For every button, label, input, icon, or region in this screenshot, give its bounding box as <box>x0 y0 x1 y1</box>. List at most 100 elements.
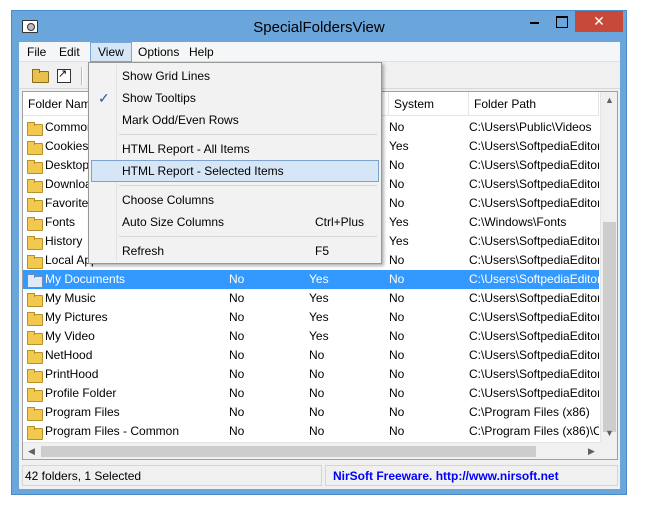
table-row[interactable]: Program Files No No No C:\Program Files (x86… <box>23 403 599 422</box>
system-cell: No <box>389 329 405 343</box>
folder-icon <box>27 140 43 155</box>
column-3-cell: Yes <box>309 329 329 343</box>
folder-name-cell: My Music <box>45 291 96 305</box>
folder-icon <box>27 368 43 383</box>
menu-item-show-tooltips[interactable]: ✓ Show Tooltips <box>91 87 379 109</box>
menu-bar: File Edit View Options Help <box>19 42 620 62</box>
system-cell: No <box>389 386 405 400</box>
menu-item-label: HTML Report - All Items <box>122 142 250 156</box>
column-3-cell: No <box>309 348 325 362</box>
menu-item-show-grid-lines[interactable]: Show Grid Lines <box>91 65 379 87</box>
minimize-button[interactable] <box>521 11 548 32</box>
folder-icon <box>27 178 43 193</box>
menu-item-html-report-selected[interactable]: HTML Report - Selected Items <box>91 160 379 182</box>
column-3-cell: No <box>309 424 325 438</box>
vertical-scroll-thumb[interactable] <box>603 222 616 432</box>
table-row[interactable]: My Video No Yes No C:\Users\SoftpediaEditor\ <box>23 327 599 346</box>
table-row[interactable]: NetHood No No No C:\Users\SoftpediaEditor\ <box>23 346 599 365</box>
menu-item-html-report-all[interactable]: HTML Report - All Items <box>91 138 379 160</box>
menu-separator <box>119 134 377 135</box>
column-2-cell: No <box>229 367 245 381</box>
folder-icon <box>27 330 43 345</box>
folder-name-cell: My Video <box>45 329 95 343</box>
view-menu-dropdown: Show Grid Lines ✓ Show Tooltips Mark Odd… <box>88 62 382 264</box>
menu-file[interactable]: File <box>20 42 53 62</box>
system-cell: No <box>389 253 405 267</box>
table-row[interactable]: Program Files - Common No No No C:\Program F… <box>23 422 599 441</box>
menu-item-shortcut: Ctrl+Plus <box>315 215 365 229</box>
column-2-cell: No <box>229 329 245 343</box>
system-cell: No <box>389 158 405 172</box>
menu-item-refresh[interactable]: Refresh F5 <box>91 240 379 262</box>
folder-path-cell: C:\Users\SoftpediaEditor\ <box>469 158 599 172</box>
folder-path-cell: C:\Windows\Fonts <box>469 215 567 229</box>
menu-item-label: Show Grid Lines <box>122 69 211 83</box>
column-3-cell: Yes <box>309 310 329 324</box>
title-bar[interactable]: SpecialFoldersView ✕ <box>12 11 626 43</box>
menu-help[interactable]: Help <box>182 42 221 62</box>
folder-icon <box>27 197 43 212</box>
menu-options[interactable]: Options <box>131 42 186 62</box>
scroll-left-arrow-icon[interactable]: ◀ <box>23 443 40 459</box>
open-shortcut-icon[interactable] <box>55 67 73 84</box>
system-cell: No <box>389 424 405 438</box>
menu-item-auto-size-columns[interactable]: Auto Size Columns Ctrl+Plus <box>91 211 379 233</box>
close-button[interactable]: ✕ <box>575 11 623 32</box>
folder-path-cell: C:\Users\SoftpediaEditor\ <box>469 234 599 248</box>
menu-item-label: Choose Columns <box>122 193 215 207</box>
column-2-cell: No <box>229 348 245 362</box>
system-cell: No <box>389 367 405 381</box>
folder-path-cell: C:\Users\SoftpediaEditor\ <box>469 177 599 191</box>
column-2-cell: No <box>229 310 245 324</box>
scroll-down-arrow-icon[interactable]: ▼ <box>601 425 617 442</box>
system-cell: No <box>389 272 405 286</box>
column-3-cell: No <box>309 367 325 381</box>
folder-path-cell: C:\Program Files (x86) <box>469 405 590 419</box>
column-folder-path[interactable]: Folder Path <box>469 92 599 116</box>
maximize-button[interactable] <box>548 11 575 32</box>
menu-item-mark-odd-even-rows[interactable]: Mark Odd/Even Rows <box>91 109 379 131</box>
system-cell: No <box>389 177 405 191</box>
menu-item-label: HTML Report - Selected Items <box>122 164 284 178</box>
documents-folder-icon <box>27 273 43 288</box>
menu-item-label: Auto Size Columns <box>122 215 225 229</box>
column-system[interactable]: System <box>389 92 469 116</box>
folder-name-cell: My Documents <box>45 272 126 286</box>
horizontal-scrollbar[interactable]: ◀ ▶ <box>23 442 600 459</box>
system-cell: No <box>389 310 405 324</box>
table-row[interactable]: My Documents No Yes No C:\Users\SoftpediaEdi… <box>23 270 599 289</box>
menu-item-choose-columns[interactable]: Choose Columns <box>91 189 379 211</box>
table-row[interactable]: PrintHood No No No C:\Users\SoftpediaEditor\ <box>23 365 599 384</box>
open-folder-icon[interactable] <box>31 67 49 84</box>
folder-icon <box>27 387 43 402</box>
folder-path-cell: C:\Users\SoftpediaEditor\ <box>469 253 599 267</box>
horizontal-scroll-thumb[interactable] <box>41 446 536 457</box>
folder-path-cell: C:\Users\Public\Videos <box>469 120 592 134</box>
table-row[interactable]: My Pictures No Yes No C:\Users\SoftpediaEdit… <box>23 308 599 327</box>
folder-icon <box>27 235 43 250</box>
folder-path-cell: C:\Users\SoftpediaEditor\ <box>469 348 599 362</box>
vertical-scrollbar[interactable]: ▲ ▼ <box>600 92 617 442</box>
table-row[interactable]: My Music No Yes No C:\Users\SoftpediaEditor\ <box>23 289 599 308</box>
folder-name-cell: PrintHood <box>45 367 99 381</box>
menu-item-label: Show Tooltips <box>122 91 196 105</box>
check-icon: ✓ <box>98 90 110 106</box>
folder-icon <box>27 406 43 421</box>
folder-name-cell: Program Files - Common <box>45 424 180 438</box>
nirsoft-link[interactable]: NirSoft Freeware. http://www.nirsoft.net <box>325 465 618 486</box>
menu-item-label: Refresh <box>122 244 165 258</box>
system-cell: No <box>389 405 405 419</box>
menu-view[interactable]: View <box>90 42 132 62</box>
column-3-cell: Yes <box>309 272 329 286</box>
scroll-right-arrow-icon[interactable]: ▶ <box>583 443 600 459</box>
menu-edit[interactable]: Edit <box>52 42 87 62</box>
menu-item-label: Mark Odd/Even Rows <box>122 113 239 127</box>
table-row[interactable]: Profile Folder No No No C:\Users\SoftpediaEd… <box>23 384 599 403</box>
system-cell: No <box>389 196 405 210</box>
system-cell: No <box>389 348 405 362</box>
system-cell: No <box>389 291 405 305</box>
folder-path-cell: C:\Users\SoftpediaEditor\ <box>469 291 599 305</box>
folder-path-cell: C:\Users\SoftpediaEditor\ <box>469 329 599 343</box>
folder-icon <box>27 292 43 307</box>
scroll-up-arrow-icon[interactable]: ▲ <box>601 92 617 109</box>
